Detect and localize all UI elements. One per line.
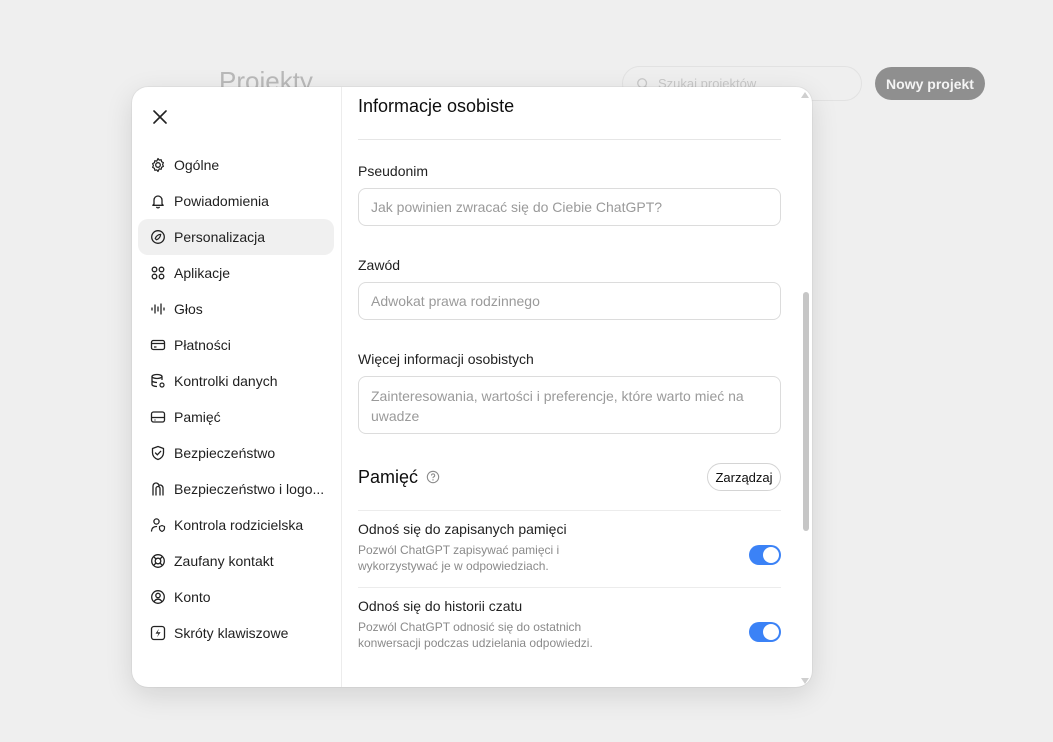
sidebar-item-label: Ogólne xyxy=(174,157,220,173)
sidebar-item-label: Kontrolki danych xyxy=(174,373,278,389)
toggle-knob xyxy=(763,624,779,640)
settings-nav: Ogólne Powiadomienia Personalizacja Aplikac… xyxy=(138,147,334,651)
option-description: Pozwól ChatGPT odnosić się do ostatnich … xyxy=(358,620,593,650)
scroll-down-arrow[interactable] xyxy=(801,678,809,684)
memory-title: Pamięć xyxy=(358,466,419,487)
nickname-label: Pseudonim xyxy=(358,163,429,179)
close-icon xyxy=(153,110,167,124)
sidebar-item-10[interactable]: Kontrola rodzicielska xyxy=(138,507,334,543)
sidebar-item-label: Pamięć xyxy=(174,409,221,425)
sidebar-item-12[interactable]: Konto xyxy=(138,579,334,615)
login-security-icon xyxy=(150,481,166,497)
more-info-label: Więcej informacji osobistych xyxy=(358,351,534,367)
sidebar-item-0[interactable]: Ogólne xyxy=(138,147,334,183)
divider xyxy=(358,139,781,140)
sidebar-item-label: Płatności xyxy=(174,337,231,353)
bell-icon xyxy=(150,193,166,209)
toggle-knob xyxy=(763,547,779,563)
saved-memory-option: Odnoś się do zapisanych pamięci Pozwól C… xyxy=(358,521,781,581)
settings-panel: Informacje osobiste Pseudonim Jak powini… xyxy=(342,87,812,687)
sidebar-item-2[interactable]: Personalizacja xyxy=(138,219,334,255)
sidebar-item-4[interactable]: Głos xyxy=(138,291,334,327)
chat-history-option: Odnoś się do historii czatu Pozwól ChatG… xyxy=(358,598,781,658)
sidebar-item-label: Skróty klawiszowe xyxy=(174,625,289,641)
close-button[interactable] xyxy=(150,107,170,127)
sidebar-item-label: Kontrola rodzicielska xyxy=(174,517,304,533)
sidebar-item-1[interactable]: Powiadomienia xyxy=(138,183,334,219)
sidebar-item-7[interactable]: Pamięć xyxy=(138,399,334,435)
sidebar-item-9[interactable]: Bezpieczeństwo i logo... xyxy=(138,471,334,507)
sidebar-item-label: Zaufany kontakt xyxy=(174,553,274,569)
shield-icon xyxy=(150,445,166,461)
sidebar-item-label: Konto xyxy=(174,589,211,605)
sidebar-item-5[interactable]: Płatności xyxy=(138,327,334,363)
occupation-label: Zawód xyxy=(358,257,401,273)
sidebar-item-13[interactable]: Skróty klawiszowe xyxy=(138,615,334,651)
manage-memory-button[interactable]: Zarządzaj xyxy=(707,463,781,491)
gear-icon xyxy=(150,157,166,173)
apps-icon xyxy=(150,265,166,281)
personalization-icon xyxy=(150,229,166,245)
nickname-field[interactable]: Jak powinien zwracać się do Ciebie ChatG… xyxy=(358,188,781,226)
shortcut-icon xyxy=(150,625,166,641)
sidebar-item-label: Personalizacja xyxy=(174,229,266,245)
divider xyxy=(358,587,781,588)
sidebar-item-label: Głos xyxy=(174,301,203,317)
sidebar-item-3[interactable]: Aplikacje xyxy=(138,255,334,291)
memory-icon xyxy=(150,409,166,425)
parental-icon xyxy=(150,517,166,533)
scrollbar-thumb[interactable] xyxy=(803,292,809,531)
chat-history-toggle[interactable] xyxy=(749,622,781,642)
new-project-button[interactable]: Nowy projekt xyxy=(875,67,985,100)
settings-sidebar: Ogólne Powiadomienia Personalizacja Aplikac… xyxy=(132,87,342,687)
card-icon xyxy=(150,337,166,353)
database-icon xyxy=(150,373,166,389)
section-title: Informacje osobiste xyxy=(358,96,515,116)
divider xyxy=(358,510,781,511)
help-icon[interactable] xyxy=(426,470,440,484)
option-description: Pozwól ChatGPT zapisywać pamięci i wykor… xyxy=(358,543,560,573)
settings-dialog: Ogólne Powiadomienia Personalizacja Aplikac… xyxy=(132,87,812,687)
saved-memory-toggle[interactable] xyxy=(749,545,781,565)
lifebuoy-icon xyxy=(150,553,166,569)
voice-icon xyxy=(150,301,166,317)
sidebar-item-label: Bezpieczeństwo xyxy=(174,445,276,461)
memory-header: Pamięć Zarządzaj xyxy=(358,462,781,492)
option-title: Odnoś się do zapisanych pamięci xyxy=(358,521,567,537)
sidebar-item-8[interactable]: Bezpieczeństwo xyxy=(138,435,334,471)
account-icon xyxy=(150,589,166,605)
sidebar-item-6[interactable]: Kontrolki danych xyxy=(138,363,334,399)
scroll-up-arrow[interactable] xyxy=(801,92,809,98)
sidebar-item-label: Powiadomienia xyxy=(174,193,269,209)
sidebar-item-11[interactable]: Zaufany kontakt xyxy=(138,543,334,579)
more-info-field[interactable]: Zainteresowania, wartości i preferencje,… xyxy=(358,376,781,434)
option-title: Odnoś się do historii czatu xyxy=(358,598,523,614)
occupation-field[interactable]: Adwokat prawa rodzinnego xyxy=(358,282,781,320)
sidebar-item-label: Aplikacje xyxy=(174,265,231,281)
sidebar-item-label: Bezpieczeństwo i logo... xyxy=(174,481,325,497)
